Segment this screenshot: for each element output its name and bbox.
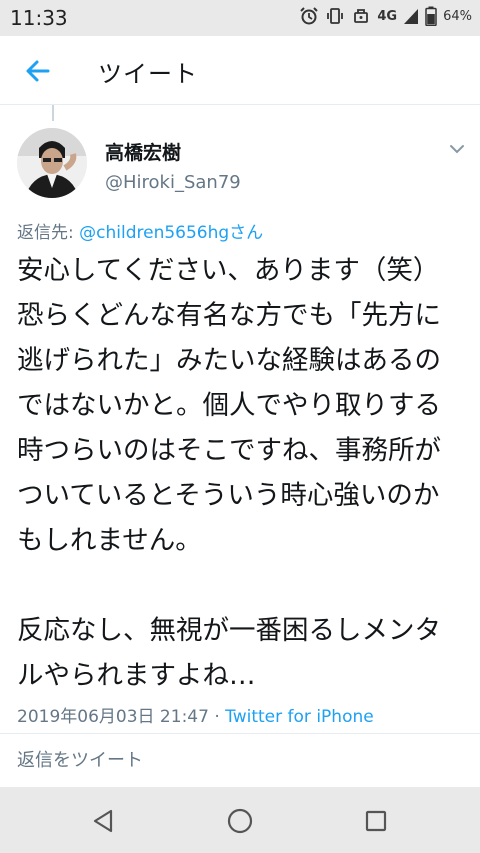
tweet-timestamp: 2019年06月03日 21:47 — [17, 707, 209, 727]
vibrate-icon — [327, 8, 344, 24]
arrow-left-icon — [26, 60, 50, 82]
thread-connector-line — [52, 105, 54, 121]
tweet-options-button[interactable] — [448, 141, 466, 155]
avatar[interactable] — [17, 128, 87, 198]
nav-back-button[interactable] — [89, 807, 117, 835]
tweet-source-link[interactable]: Twitter for iPhone — [225, 707, 374, 727]
top-app-bar: ツイート — [0, 36, 480, 105]
meta-separator: · — [208, 707, 226, 727]
chevron-down-icon — [450, 145, 464, 154]
signal-icon — [404, 9, 419, 24]
reply-target-link[interactable]: @children5656hgさん — [79, 223, 263, 243]
battery-icon — [425, 6, 437, 26]
author-handle[interactable]: @Hiroki_San79 — [105, 172, 241, 193]
page-title: ツイート — [98, 60, 198, 88]
data-saver-icon — [354, 9, 369, 23]
nav-recents-button[interactable] — [362, 807, 390, 835]
reply-context: 返信先: @children5656hgさん — [17, 218, 263, 243]
back-triangle-icon — [93, 809, 113, 833]
system-navigation-bar — [0, 787, 480, 853]
reply-input[interactable]: 返信をツイート — [17, 746, 143, 772]
status-icons: 4G 64% — [299, 6, 472, 26]
tweet-text: 安心してください、あります（笑）恐らくどんな有名な方でも「先方に逃げられた」みた… — [17, 255, 441, 691]
profile-photo — [17, 128, 87, 198]
tweet-meta: 2019年06月03日 21:47 · Twitter for iPhone — [17, 702, 374, 727]
status-time: 11:33 — [10, 6, 68, 30]
nav-home-button[interactable] — [226, 807, 254, 835]
status-bar: 11:33 4G 64% — [0, 0, 480, 36]
battery-percentage: 64% — [443, 8, 472, 24]
reply-prefix: 返信先: — [17, 223, 80, 243]
alarm-icon — [300, 7, 319, 25]
author-name[interactable]: 高橋宏樹 — [105, 138, 181, 165]
network-type: 4G — [377, 8, 398, 24]
home-circle-icon — [227, 808, 253, 834]
recents-square-icon — [365, 810, 387, 832]
divider — [0, 733, 480, 734]
back-button[interactable] — [20, 54, 54, 88]
